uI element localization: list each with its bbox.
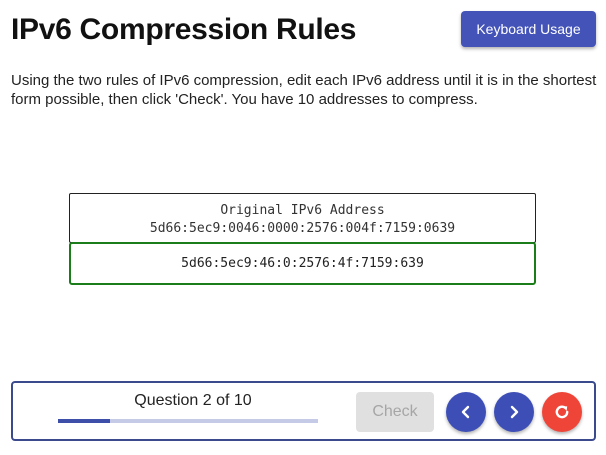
keyboard-usage-button[interactable]: Keyboard Usage: [461, 11, 596, 47]
compressed-address-input[interactable]: [69, 242, 536, 285]
question-counter: Question 2 of 10: [134, 392, 252, 409]
chevron-right-icon: [507, 405, 521, 419]
original-address-value: 5d66:5ec9:0046:0000:2576:004f:7159:0639: [149, 221, 456, 236]
reset-button[interactable]: [542, 392, 582, 432]
page: IPv6 Compression Rules Keyboard Usage Us…: [0, 0, 606, 455]
chevron-left-icon: [459, 405, 473, 419]
progress-bar-fill: [58, 419, 110, 423]
instructions-text: Using the two rules of IPv6 compression,…: [11, 72, 597, 108]
original-address-label: Original IPv6 Address: [220, 203, 385, 218]
previous-button[interactable]: [446, 392, 486, 432]
page-title: IPv6 Compression Rules: [11, 13, 357, 46]
reset-icon: [553, 403, 571, 421]
next-button[interactable]: [494, 392, 534, 432]
progress-bar: [58, 419, 318, 423]
question-footer: Question 2 of 10 Check: [11, 381, 596, 441]
check-button[interactable]: Check: [356, 392, 434, 432]
original-address-box: Original IPv6 Address 5d66:5ec9:0046:000…: [69, 193, 536, 243]
